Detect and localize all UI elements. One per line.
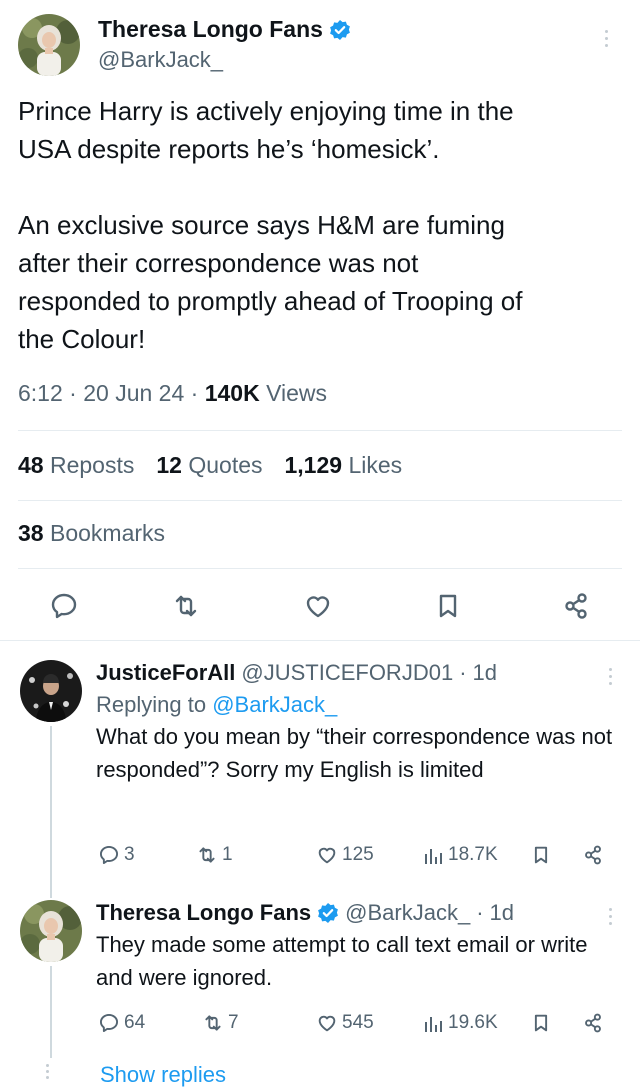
like-count: 125 [342,844,374,865]
thread-line [50,726,52,898]
replying-to: Replying to @BarkJack_ [96,692,616,718]
display-name-text[interactable]: Theresa Longo Fans [98,16,323,43]
like-button[interactable]: 545 [316,1012,374,1034]
reply-display-name[interactable]: JusticeForAll [96,660,235,686]
separator-dot: · [476,900,484,925]
more-options-icon[interactable] [606,908,614,925]
more-options-icon[interactable] [606,668,614,685]
reposts-stat[interactable]: 48 Reposts [18,452,134,479]
reply-action-bar: 3 1 125 18.7K [96,844,616,874]
reply-handle[interactable]: @JUSTICEFORJD01 [241,660,453,686]
show-replies-link[interactable]: Show replies [100,1062,226,1088]
reply-text: What do you mean by “their correspondenc… [96,724,613,782]
tweet-date[interactable]: 20 Jun 24 [83,380,184,406]
share-icon[interactable] [582,1012,604,1034]
reply-button[interactable]: 3 [98,844,135,866]
views-icon [425,849,442,864]
handle[interactable]: @BarkJack_ [98,47,351,73]
replying-mention[interactable]: @BarkJack_ [212,692,337,717]
separator-dot: · [459,660,467,685]
reply-display-name-text[interactable]: Theresa Longo Fans [96,900,311,926]
separator-dot: · [190,380,199,406]
bookmark-icon[interactable] [530,1012,552,1034]
reply-button[interactable]: 64 [98,1012,145,1034]
reply-display-name[interactable]: Theresa Longo Fans [96,900,339,926]
views-button[interactable]: 18.7K [422,844,498,866]
view-count: 19.6K [448,1012,498,1033]
verified-badge-icon [329,19,351,41]
views-icon [425,1017,442,1032]
bookmarks-stat[interactable]: 38 Bookmarks [18,520,165,547]
repost-icon [205,1015,221,1031]
reply-icon [99,1013,119,1033]
bookmark-icon[interactable] [430,588,466,624]
like-icon[interactable] [300,588,336,624]
avatar[interactable] [18,14,80,76]
avatar[interactable] [20,900,82,962]
repost-icon [199,847,215,863]
main-tweet-header: Theresa Longo Fans @BarkJack_ [18,14,622,78]
repost-icon[interactable] [168,588,204,624]
like-icon [318,847,336,864]
reply-age[interactable]: 1d [490,900,514,926]
reply-age[interactable]: 1d [473,660,497,686]
quotes-label: Quotes [188,452,263,478]
tweet-time[interactable]: 6:12 [18,380,63,406]
quotes-count: 12 [156,452,182,478]
reply-icon [99,845,119,865]
tweet-text: Prince Harry is actively enjoying time i… [18,96,523,354]
views-label: Views [266,380,328,406]
reply-count: 3 [124,844,135,865]
thread-line [50,966,52,1058]
engagement-stats: 48 Reposts 12 Quotes 1,129 Likes [18,452,402,479]
share-icon[interactable] [558,588,594,624]
verified-badge-icon [317,902,339,924]
more-options-icon[interactable] [602,30,610,47]
divider [18,500,622,501]
bookmarks-count: 38 [18,520,44,546]
replying-prefix: Replying to [96,692,207,717]
like-icon [318,1015,336,1032]
reply-action-bar: 64 7 545 19.6K [96,1012,616,1042]
reposts-label: Reposts [49,452,135,478]
like-count: 545 [342,1012,374,1033]
avatar[interactable] [20,660,82,722]
bookmark-icon[interactable] [530,844,552,866]
views-button[interactable]: 19.6K [422,1012,498,1034]
reply-text: They made some attempt to call text emai… [96,932,588,990]
repost-count: 7 [228,1012,239,1033]
views-count: 140K [204,380,260,406]
divider [18,568,622,569]
reposts-count: 48 [18,452,44,478]
tweet-meta: 6:12 · 20 Jun 24 · 140K Views [18,380,327,407]
display-name[interactable]: Theresa Longo Fans [98,16,351,43]
likes-label: Likes [348,452,403,478]
thread-continuation-dots-icon [46,1064,49,1079]
likes-count: 1,129 [284,452,343,478]
repost-button[interactable]: 1 [196,844,233,866]
divider [18,430,622,431]
quotes-stat[interactable]: 12 Quotes [156,452,262,479]
repost-button[interactable]: 7 [202,1012,239,1034]
repost-count: 1 [222,844,233,865]
like-button[interactable]: 125 [316,844,374,866]
share-icon[interactable] [582,844,604,866]
tweet-action-bar [0,588,640,628]
reply-count: 64 [124,1012,146,1033]
bookmarks-label: Bookmarks [49,520,166,546]
likes-stat[interactable]: 1,129 Likes [285,452,403,479]
view-count: 18.7K [448,844,498,865]
reply-handle[interactable]: @BarkJack_ [345,900,470,926]
reply-icon[interactable] [46,588,82,624]
separator-dot: · [69,380,77,406]
divider [0,640,640,641]
